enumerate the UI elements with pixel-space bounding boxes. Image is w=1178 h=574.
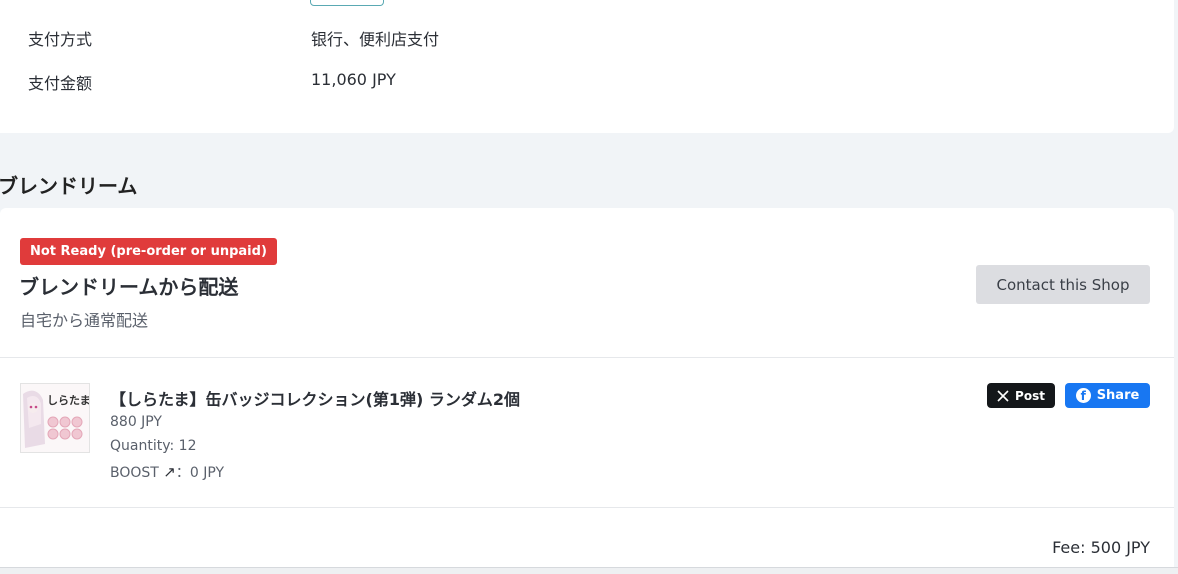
- item-price: 880 JPY: [110, 414, 162, 430]
- x-post-button[interactable]: Post: [987, 383, 1055, 408]
- x-post-label: Post: [1015, 388, 1045, 403]
- quantity-value: 12: [178, 438, 197, 454]
- status-badge: Not Ready (pre-order or unpaid): [20, 238, 277, 265]
- shipping-title: ブレンドリームから配送: [19, 275, 239, 299]
- partial-badge: [310, 0, 384, 6]
- x-logo-icon: [997, 389, 1009, 402]
- item-quantity: Quantity: 12: [110, 438, 196, 454]
- boost-label: BOOST: [110, 465, 159, 481]
- arrow-up-right-icon: ↗: [163, 463, 176, 481]
- facebook-logo-icon: f: [1075, 388, 1091, 403]
- item-boost: BOOST ↗：0 JPY: [110, 462, 224, 482]
- divider: [0, 507, 1174, 508]
- shipping-fee: Fee: 500 JPY: [1052, 538, 1150, 557]
- divider: [0, 357, 1174, 358]
- shipping-method: 自宅から通常配送: [20, 311, 149, 330]
- fee-label: Fee:: [1052, 538, 1086, 557]
- facebook-share-button[interactable]: f Share: [1065, 383, 1150, 408]
- shop-section-heading: ブレンドリーム: [0, 174, 138, 198]
- payment-amount-value: 11,060 JPY: [311, 70, 396, 89]
- payment-method-label: 支付方式: [28, 30, 93, 49]
- payment-amount-label: 支付金额: [28, 74, 93, 93]
- facebook-share-label: Share: [1096, 388, 1140, 403]
- thumbnail-logo-text: しらたま: [47, 394, 89, 407]
- payment-info-card: 支付方式 银行、便利店支付 支付金额 11,060 JPY: [0, 0, 1174, 133]
- fee-value: 500 JPY: [1090, 538, 1150, 557]
- boost-value: ：0 JPY: [175, 465, 225, 481]
- item-title[interactable]: 【しらたま】缶バッジコレクション(第1弾) ランダム2個: [110, 386, 520, 410]
- quantity-label: Quantity:: [110, 438, 175, 454]
- contact-shop-button[interactable]: Contact this Shop: [976, 265, 1150, 304]
- payment-method-value: 银行、便利店支付: [311, 30, 440, 49]
- item-thumbnail[interactable]: しらたま: [20, 383, 90, 453]
